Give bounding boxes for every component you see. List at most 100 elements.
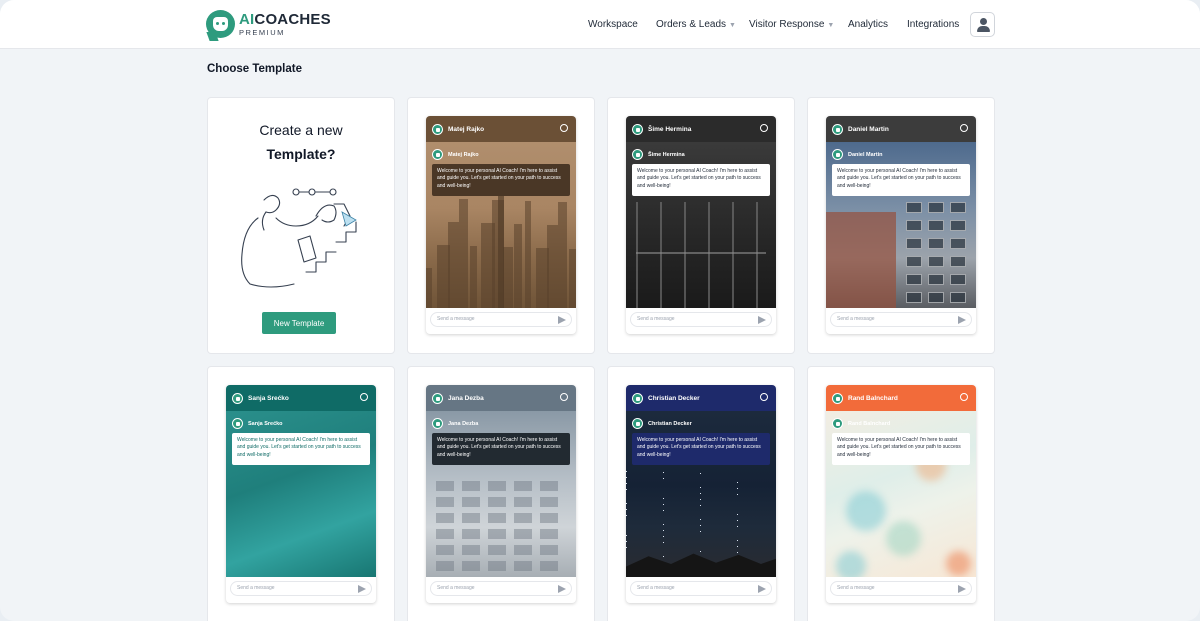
chat-preview: Šime Hermina Šime Hermina Welcome to you… bbox=[626, 116, 776, 334]
template-card[interactable]: Šime Hermina Šime Hermina Welcome to you… bbox=[607, 97, 795, 354]
nav-item-analytics[interactable]: Analytics bbox=[848, 19, 888, 30]
chat-background-image: Christian Decker Welcome to your persona… bbox=[626, 411, 776, 577]
send-icon bbox=[958, 585, 966, 593]
coach-avatar-icon bbox=[632, 123, 643, 135]
message-input: Send a message bbox=[230, 581, 372, 596]
create-title-line2: Template? bbox=[266, 146, 336, 162]
chat-preview: Sanja Srećko Sanja Srećko Welcome to you… bbox=[226, 385, 376, 603]
message-input: Send a message bbox=[430, 581, 572, 596]
brand-name: COACHES bbox=[254, 10, 331, 28]
welcome-message: Welcome to your personal AI Coach! I'm h… bbox=[632, 433, 770, 465]
nav-item-visitor-response[interactable]: Visitor Response ▼ bbox=[749, 19, 834, 30]
chat-background-image: Rand Balnchard Welcome to your personal … bbox=[826, 411, 976, 577]
welcome-message: Welcome to your personal AI Coach! I'm h… bbox=[232, 433, 370, 465]
message-sender: Matej Rajko bbox=[432, 149, 479, 160]
profile-button[interactable] bbox=[970, 12, 995, 37]
coach-name: Šime Hermina bbox=[648, 125, 692, 133]
message-input: Send a message bbox=[430, 312, 572, 327]
settings-icon bbox=[960, 393, 968, 401]
send-icon bbox=[558, 585, 566, 593]
chat-background-image: Sanja Srećko Welcome to your personal AI… bbox=[226, 411, 376, 577]
chat-background-image: Šime Hermina Welcome to your personal AI… bbox=[626, 142, 776, 308]
person-illustration bbox=[241, 188, 357, 288]
welcome-message: Welcome to your personal AI Coach! I'm h… bbox=[432, 164, 570, 196]
template-card[interactable]: Matej Rajko Matej Rajko Welcome to your … bbox=[407, 97, 595, 354]
coach-name: Jana Dezba bbox=[448, 394, 484, 402]
chat-background-image: Matej Rajko Welcome to your personal AI … bbox=[426, 142, 576, 308]
message-input: Send a message bbox=[830, 581, 972, 596]
chat-header: Jana Dezba bbox=[426, 385, 576, 411]
chevron-down-icon: ▼ bbox=[827, 22, 835, 29]
coach-avatar-icon bbox=[832, 418, 843, 429]
coach-avatar-icon bbox=[832, 392, 843, 404]
coach-logo-icon bbox=[206, 10, 235, 38]
settings-icon bbox=[560, 393, 568, 401]
settings-icon bbox=[760, 124, 768, 132]
coach-avatar-icon bbox=[232, 418, 243, 429]
new-template-button[interactable]: New Template bbox=[262, 312, 336, 334]
send-icon bbox=[558, 316, 566, 324]
coach-name: Daniel Martin bbox=[848, 125, 889, 133]
message-sender: Christian Decker bbox=[632, 418, 692, 429]
chat-background-image: Daniel Martin Welcome to your personal A… bbox=[826, 142, 976, 308]
send-icon bbox=[958, 316, 966, 324]
chat-background-image: Jana Dezba Welcome to your personal AI C… bbox=[426, 411, 576, 577]
message-input: Send a message bbox=[630, 312, 772, 327]
send-icon bbox=[358, 585, 366, 593]
chat-header: Rand Balnchard bbox=[826, 385, 976, 411]
chevron-down-icon: ▼ bbox=[729, 22, 736, 29]
brand-tagline: PREMIUM bbox=[239, 27, 285, 37]
page-title: Choose Template bbox=[207, 63, 302, 75]
template-card[interactable]: Rand Balnchard Rand Balnchard Welcome to… bbox=[807, 366, 995, 621]
message-input: Send a message bbox=[630, 581, 772, 596]
coach-avatar-icon bbox=[632, 418, 643, 429]
settings-icon bbox=[960, 124, 968, 132]
chat-header: Matej Rajko bbox=[426, 116, 576, 142]
template-card[interactable]: Daniel Martin Daniel Martin Welcome to y… bbox=[807, 97, 995, 354]
message-sender: Šime Hermina bbox=[632, 149, 685, 160]
template-card[interactable]: Jana Dezba Jana Dezba Welcome to your pe… bbox=[407, 366, 595, 621]
chat-header: Šime Hermina bbox=[626, 116, 776, 142]
template-card[interactable]: Sanja Srećko Sanja Srećko Welcome to you… bbox=[207, 366, 395, 621]
coach-name: Christian Decker bbox=[648, 394, 700, 402]
message-sender: Sanja Srećko bbox=[232, 418, 283, 429]
coach-avatar-icon bbox=[432, 392, 443, 404]
top-navigation-bar: AICOACHES PREMIUM Workspace Orders & Lea… bbox=[0, 0, 1200, 49]
create-title-line1: Create a new bbox=[259, 122, 343, 138]
welcome-message: Welcome to your personal AI Coach! I'm h… bbox=[832, 433, 970, 465]
coach-avatar-icon bbox=[632, 149, 643, 160]
welcome-message: Welcome to your personal AI Coach! I'm h… bbox=[632, 164, 770, 196]
send-icon bbox=[758, 316, 766, 324]
template-card[interactable]: Christian Decker Christian Decker Welcom… bbox=[607, 366, 795, 621]
welcome-message: Welcome to your personal AI Coach! I'm h… bbox=[432, 433, 570, 465]
chat-preview: Daniel Martin Daniel Martin Welcome to y… bbox=[826, 116, 976, 334]
coach-avatar-icon bbox=[432, 418, 443, 429]
nav-item-workspace[interactable]: Workspace bbox=[588, 19, 638, 30]
settings-icon bbox=[760, 393, 768, 401]
message-sender: Rand Balnchard bbox=[832, 418, 890, 429]
coach-name: Rand Balnchard bbox=[848, 394, 898, 402]
app-frame: AICOACHES PREMIUM Workspace Orders & Lea… bbox=[0, 0, 1200, 621]
message-input: Send a message bbox=[830, 312, 972, 327]
chat-header: Daniel Martin bbox=[826, 116, 976, 142]
message-sender: Daniel Martin bbox=[832, 149, 883, 160]
chat-header: Christian Decker bbox=[626, 385, 776, 411]
coach-avatar-icon bbox=[232, 392, 243, 404]
coach-avatar-icon bbox=[432, 123, 443, 135]
chat-preview: Rand Balnchard Rand Balnchard Welcome to… bbox=[826, 385, 976, 603]
nav-item-integrations[interactable]: Integrations bbox=[907, 19, 959, 30]
create-template-card: Create a new Template? New Template bbox=[207, 97, 395, 354]
coach-name: Sanja Srećko bbox=[248, 394, 289, 402]
chat-preview: Matej Rajko Matej Rajko Welcome to your … bbox=[426, 116, 576, 334]
message-sender: Jana Dezba bbox=[432, 418, 478, 429]
nav-item-orders-leads[interactable]: Orders & Leads ▼ bbox=[656, 19, 736, 30]
coach-name: Matej Rajko bbox=[448, 125, 485, 133]
coach-avatar-icon bbox=[632, 392, 643, 404]
chat-header: Sanja Srećko bbox=[226, 385, 376, 411]
welcome-message: Welcome to your personal AI Coach! I'm h… bbox=[832, 164, 970, 196]
coach-avatar-icon bbox=[432, 149, 443, 160]
chat-preview: Jana Dezba Jana Dezba Welcome to your pe… bbox=[426, 385, 576, 603]
brand-logo[interactable]: AICOACHES PREMIUM bbox=[206, 10, 331, 38]
settings-icon bbox=[360, 393, 368, 401]
coach-avatar-icon bbox=[832, 123, 843, 135]
